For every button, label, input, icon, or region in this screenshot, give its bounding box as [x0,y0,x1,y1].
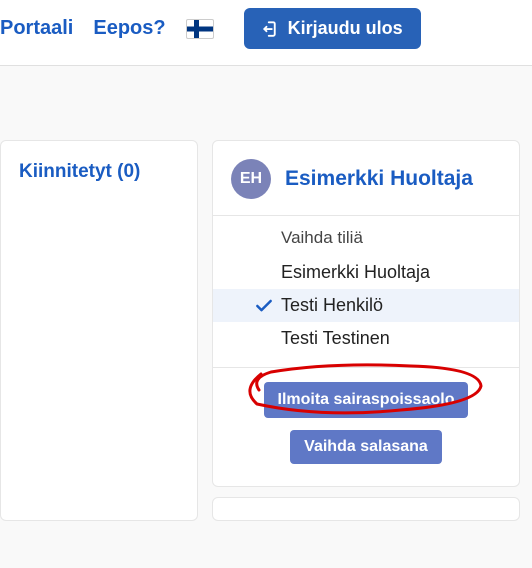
profile-header: EH Esimerkki Huoltaja [213,159,519,215]
account-name: Testi Henkilö [281,295,383,316]
logout-button[interactable]: Kirjaudu ulos [244,8,421,49]
profile-name: Esimerkki Huoltaja [285,167,473,191]
logout-label: Kirjaudu ulos [288,18,403,39]
nav-link-portal[interactable]: Portaali [0,17,73,40]
switch-account-label: Vaihda tiliä [213,216,519,256]
profile-card: EH Esimerkki Huoltaja Vaihda tiliä Esime… [212,140,520,487]
language-flag-icon[interactable] [186,19,214,39]
account-item[interactable]: Testi Testinen [213,322,519,355]
account-name: Esimerkki Huoltaja [281,262,430,283]
profile-actions: Ilmoita sairaspoissaolo Vaihda salasana [213,368,519,464]
account-item[interactable]: Testi Henkilö [213,289,519,322]
account-item[interactable]: Esimerkki Huoltaja [213,256,519,289]
door-exit-icon [262,20,280,38]
avatar: EH [231,159,271,199]
content-area: Kiinnitetyt (0) EH Esimerkki Huoltaja Va… [0,140,532,521]
pinned-title: Kiinnitetyt (0) [19,161,179,183]
account-name: Testi Testinen [281,328,390,349]
account-list: Esimerkki Huoltaja Testi Henkilö Testi T… [213,256,519,367]
pinned-card: Kiinnitetyt (0) [0,140,198,521]
nav-link-eepos[interactable]: Eepos? [93,17,165,40]
header-nav: Portaali Eepos? Kirjaudu ulos [0,0,532,66]
partial-card [212,497,520,521]
change-password-button[interactable]: Vaihda salasana [290,430,442,464]
check-icon [251,296,277,316]
report-sick-leave-button[interactable]: Ilmoita sairaspoissaolo [264,382,469,418]
